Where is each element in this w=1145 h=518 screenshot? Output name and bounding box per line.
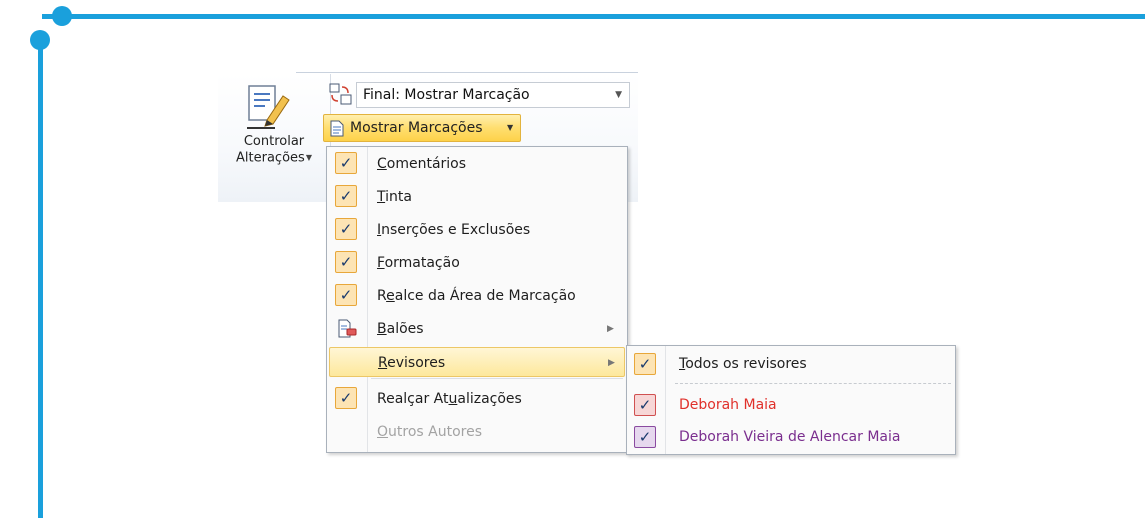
menu-item-label: Balões — [377, 321, 424, 337]
track-changes-label-line1: Controlar — [243, 134, 305, 149]
menu-item-label: Outros Autores — [377, 424, 483, 440]
menu-item-label: Comentários — [377, 156, 467, 172]
checkmark-icon: ✓ — [335, 387, 357, 409]
menu-separator — [371, 378, 623, 379]
menu-item-label: Inserções e Exclusões — [377, 222, 531, 238]
display-for-review-select[interactable]: Final: Mostrar Marcação ▼ — [356, 82, 630, 108]
track-changes-label-line2: Alterações — [236, 150, 305, 166]
display-for-review-icon — [329, 83, 352, 105]
submenu-item-label: Deborah Vieira de Alencar Maia — [679, 429, 901, 445]
menu-item-formatting[interactable]: ✓ Formatação — [329, 248, 625, 278]
checkmark-icon: ✓ — [335, 251, 357, 273]
document-icon — [330, 120, 344, 137]
menu-item-reviewers[interactable]: Revisores ▶ — [329, 347, 625, 377]
balloons-icon — [338, 319, 357, 338]
frame-left-line — [38, 38, 43, 518]
submenu-item-label: Todos os revisores — [679, 356, 807, 372]
chevron-down-icon: ▼ — [507, 123, 514, 132]
track-changes-icon — [247, 85, 290, 129]
submenu-item-label: Deborah Maia — [679, 397, 777, 413]
show-markup-label: Mostrar Marcações — [350, 120, 483, 136]
submenu-item-reviewer-deborah-vieira[interactable]: ✓ Deborah Vieira de Alencar Maia — [629, 422, 953, 452]
checkmark-icon: ✓ — [335, 152, 357, 174]
checkmark-icon: ✓ — [634, 394, 656, 416]
menu-item-other-authors: Outros Autores — [329, 417, 625, 447]
submenu-separator — [675, 383, 951, 384]
submenu-arrow-icon: ▶ — [607, 324, 614, 334]
menu-item-label: Realçar Atualizações — [377, 391, 522, 407]
submenu-item-reviewer-deborah-maia[interactable]: ✓ Deborah Maia — [629, 390, 953, 420]
menu-item-highlight-updates[interactable]: ✓ Realçar Atualizações — [329, 384, 625, 414]
display-for-review-value: Final: Mostrar Marcação — [363, 87, 530, 103]
menu-item-comments[interactable]: ✓ Comentários — [329, 149, 625, 179]
checkmark-icon: ✓ — [335, 284, 357, 306]
checkmark-icon: ✓ — [634, 426, 656, 448]
menu-item-label: Realce da Área de Marcação — [377, 288, 576, 304]
menu-item-label: Tinta — [377, 189, 412, 205]
checkmark-icon: ✓ — [335, 185, 357, 207]
checkmark-icon: ✓ — [634, 353, 656, 375]
submenu-arrow-icon: ▶ — [608, 358, 615, 368]
menu-item-insertions-deletions[interactable]: ✓ Inserções e Exclusões — [329, 215, 625, 245]
menu-item-balloons[interactable]: Balões ▶ — [329, 314, 625, 344]
reviewers-submenu: ✓ Todos os revisores ✓ Deborah Maia ✓ De… — [626, 345, 956, 455]
show-markup-menu: ✓ Comentários ✓ Tinta ✓ Inserções e Excl… — [326, 146, 628, 453]
menu-item-label: Revisores — [378, 355, 446, 371]
menu-item-ink[interactable]: ✓ Tinta — [329, 182, 625, 212]
show-markup-button[interactable]: Mostrar Marcações ▼ — [323, 114, 521, 142]
submenu-item-all-reviewers[interactable]: ✓ Todos os revisores — [629, 349, 953, 379]
chevron-down-icon: ▼ — [305, 153, 312, 162]
dropdown-arrow-icon[interactable]: ▼ — [615, 83, 622, 107]
menu-item-label: Formatação — [377, 255, 460, 271]
ribbon-top-border — [296, 72, 638, 73]
frame-top-line — [42, 14, 1145, 19]
checkmark-icon: ✓ — [335, 218, 357, 240]
frame-dot-left — [30, 30, 50, 50]
menu-item-markup-area-highlight[interactable]: ✓ Realce da Área de Marcação — [329, 281, 625, 311]
track-changes-label[interactable]: Controlar Alterações▼ — [222, 134, 326, 167]
frame-dot-top — [52, 6, 72, 26]
